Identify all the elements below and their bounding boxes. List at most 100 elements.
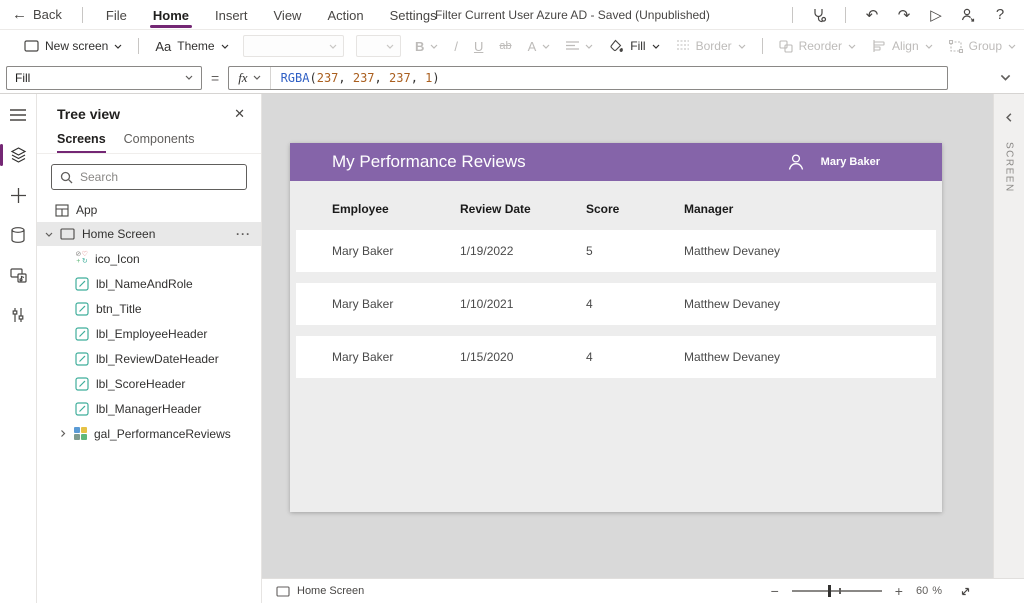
screen-panel-label[interactable]: SCREEN [1004,142,1015,193]
chevron-left-icon[interactable] [1004,108,1014,126]
media-icon[interactable] [0,262,37,288]
chevron-down-icon [652,44,660,49]
close-icon[interactable]: ✕ [234,106,245,122]
label-control-icon [75,377,89,391]
tree-item-control[interactable]: btn_Title [37,296,261,321]
menu-item-view[interactable]: View [261,2,315,27]
chevron-down-icon [221,44,229,49]
person-icon [786,152,806,172]
tree-item-app[interactable]: App [37,198,261,222]
formula-bar: Fill = fx RGBA(237, 237, 237, 1) [0,62,1024,94]
cell-score: 4 [586,350,593,364]
column-header-review-date[interactable]: Review Date [460,202,531,216]
font-family-dropdown [243,35,344,57]
top-menu-bar: ← Back File Home Insert View Action Sett… [0,0,1024,30]
formula-expand-button[interactable] [992,66,1018,90]
label-control-icon [75,352,89,366]
gallery-row[interactable]: Mary Baker 1/10/2021 4 Matthew Devaney [296,283,936,325]
cell-review-date: 1/10/2021 [460,297,513,311]
column-header-manager[interactable]: Manager [684,202,733,216]
menu-item-action[interactable]: Action [314,2,376,27]
insert-plus-icon[interactable] [0,182,37,208]
formula-field[interactable]: fx RGBA(237, 237, 237, 1) [228,66,948,90]
tree-search[interactable] [51,164,247,190]
chevron-down-icon [114,44,122,49]
current-user[interactable]: Mary Baker [786,152,880,172]
tree-item-control[interactable]: lbl_NameAndRole [37,271,261,296]
properties-panel-collapsed: SCREEN [993,94,1024,578]
chevron-down-icon [848,44,856,49]
chevron-down-icon [329,44,337,49]
font-color-button: A [520,35,559,58]
menu-left: ← Back File Home Insert View Action Sett… [0,2,450,27]
fill-button[interactable]: Fill [601,35,667,57]
tree-item-home-screen[interactable]: Home Screen ··· [37,222,261,246]
new-screen-button[interactable]: New screen [16,35,130,57]
tab-components[interactable]: Components [124,132,195,153]
menu-item-file[interactable]: File [93,2,140,27]
menu-item-insert[interactable]: Insert [202,2,261,27]
tree-item-label: lbl_ScoreHeader [96,377,185,391]
group-button: Group [941,35,1024,57]
align-objects-icon [872,40,886,52]
statusbar-screen-selector[interactable]: Home Screen [276,585,364,597]
menu-item-home[interactable]: Home [140,2,202,27]
zoom-slider[interactable] [792,590,882,592]
back-button[interactable]: ← Back [12,7,72,22]
screen-title[interactable]: My Performance Reviews [290,152,526,172]
chevron-down-icon [585,44,593,49]
reorder-button: Reorder [771,35,864,57]
tab-screens[interactable]: Screens [57,132,106,153]
gallery-control-icon [74,427,87,440]
app-screen[interactable]: My Performance Reviews Mary Baker Employ… [290,143,942,512]
tree-item-control[interactable]: ⊘♡+↻ ico_Icon [37,246,261,271]
divider [792,7,793,23]
advanced-tools-icon[interactable] [0,302,37,328]
zoom-percentage[interactable]: 60 % [916,585,942,597]
tree-item-gallery[interactable]: gal_PerformanceReviews [37,421,261,446]
zoom-slider-handle[interactable] [828,585,831,597]
undo-icon[interactable]: ↶ [858,3,886,27]
data-sources-icon[interactable] [0,222,37,248]
align-lines-icon [566,41,579,51]
strikethrough-button: ab [491,36,519,56]
tree-item-label: btn_Title [96,302,142,316]
tree-view-icon[interactable] [0,142,37,168]
play-preview-icon[interactable]: ▷ [922,3,950,27]
chevron-down-icon [925,44,933,49]
formula-text[interactable]: RGBA(237, 237, 237, 1) [271,71,440,85]
property-dropdown[interactable]: Fill [6,66,202,90]
app-checker-icon[interactable] [805,3,833,27]
screen-title-bar[interactable]: My Performance Reviews Mary Baker [290,143,942,181]
tree-item-control[interactable]: lbl_ManagerHeader [37,396,261,421]
overflow-menu-icon[interactable]: ··· [236,227,251,241]
tree-item-control[interactable]: lbl_ReviewDateHeader [37,346,261,371]
fx-dropdown[interactable]: fx [229,67,270,89]
cell-manager: Matthew Devaney [684,350,780,364]
theme-button[interactable]: Aa Theme [147,35,236,58]
label-control-icon [75,402,89,416]
hamburger-menu-icon[interactable] [0,102,37,128]
tree-tabs: Screens Components [37,128,261,154]
divider [762,38,763,54]
fit-to-window-icon[interactable] [959,585,972,598]
redo-icon[interactable]: ↷ [890,3,918,27]
tree-item-label: gal_PerformanceReviews [94,427,231,441]
chevron-down-icon [45,232,53,237]
tree-item-control[interactable]: lbl_ScoreHeader [37,371,261,396]
help-icon[interactable]: ? [986,3,1014,27]
zoom-out-button[interactable]: − [771,583,779,599]
tree-view-title: Tree view [57,106,120,122]
search-input[interactable] [80,170,238,184]
column-header-employee[interactable]: Employee [332,202,389,216]
tree-item-control[interactable]: lbl_EmployeeHeader [37,321,261,346]
zoom-in-button[interactable]: + [895,583,903,599]
share-user-icon[interactable] [954,3,982,27]
align-button: Align [864,35,941,57]
gallery-row[interactable]: Mary Baker 1/15/2020 4 Matthew Devaney [296,336,936,378]
statusbar-screen-label: Home Screen [297,585,364,597]
main-area: Tree view ✕ Screens Components App Home … [0,94,1024,603]
tree-view-header: Tree view ✕ [37,94,261,128]
gallery-row[interactable]: Mary Baker 1/19/2022 5 Matthew Devaney [296,230,936,272]
column-header-score[interactable]: Score [586,202,619,216]
